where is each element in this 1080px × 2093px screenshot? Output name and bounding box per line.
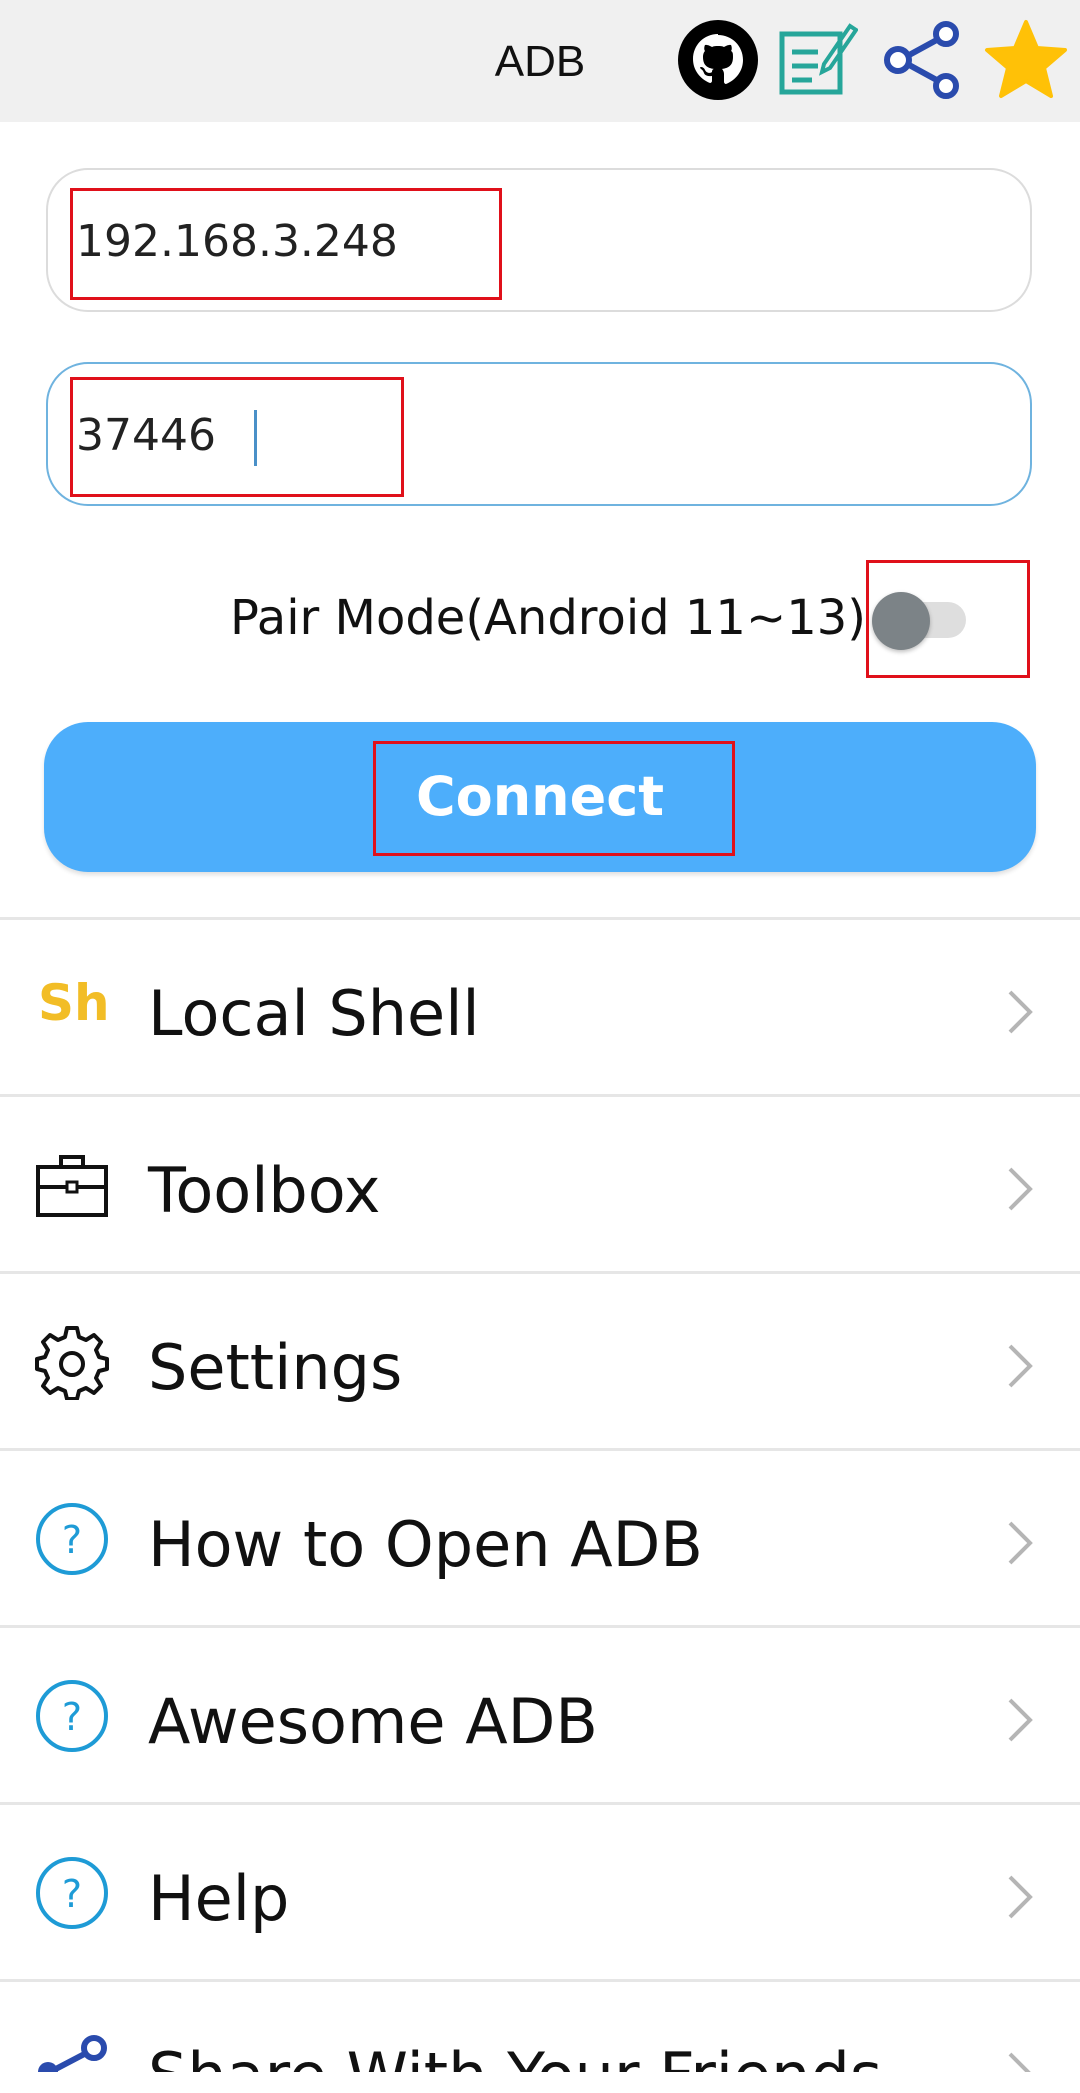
- svg-text:?: ?: [62, 1872, 82, 1916]
- menu-item-settings[interactable]: Settings: [0, 1274, 1080, 1451]
- port-input[interactable]: [76, 402, 976, 468]
- menu-item-share-with-friends[interactable]: Share With Your Friends: [0, 1982, 1080, 2072]
- toggle-thumb: [872, 592, 930, 650]
- menu-item-label: Help: [148, 1862, 290, 1935]
- app-bar: ADB: [0, 0, 1080, 122]
- app-title: ADB: [494, 37, 586, 86]
- ip-address-field[interactable]: [46, 168, 1032, 312]
- menu-item-label: Toolbox: [148, 1154, 381, 1227]
- svg-text:?: ?: [62, 1518, 82, 1562]
- ip-address-input[interactable]: [76, 208, 976, 274]
- star-icon[interactable]: [984, 18, 1068, 102]
- sh-text-icon: Sh: [38, 974, 110, 1032]
- chevron-right-icon: [1002, 1340, 1038, 1392]
- menu-item-label: Share With Your Friends: [148, 2036, 882, 2072]
- help-circle-icon: ?: [34, 1501, 110, 1577]
- svg-text:?: ?: [62, 1695, 82, 1739]
- menu-item-label: How to Open ADB: [148, 1508, 703, 1581]
- menu-item-toolbox[interactable]: Toolbox: [0, 1097, 1080, 1274]
- menu-item-label: Awesome ADB: [148, 1685, 598, 1758]
- menu-list: Sh Local Shell Toolbox Settings ? How to…: [0, 920, 1080, 2072]
- share-icon: [34, 2032, 110, 2072]
- chevron-right-icon: [1002, 1694, 1038, 1746]
- github-icon[interactable]: [676, 18, 760, 102]
- chevron-right-icon: [1002, 1871, 1038, 1923]
- gear-icon: [34, 1324, 110, 1400]
- menu-item-label: Settings: [148, 1331, 403, 1404]
- chevron-right-icon: [1002, 1517, 1038, 1569]
- chevron-right-icon: [1002, 986, 1038, 1038]
- help-circle-icon: ?: [34, 1855, 110, 1931]
- chevron-right-icon: [1002, 2048, 1038, 2072]
- pair-mode-toggle[interactable]: [872, 592, 972, 650]
- chevron-right-icon: [1002, 1163, 1038, 1215]
- menu-item-help[interactable]: ? Help: [0, 1805, 1080, 1982]
- menu-item-how-to-open-adb[interactable]: ? How to Open ADB: [0, 1451, 1080, 1628]
- share-icon[interactable]: [880, 18, 964, 102]
- port-field[interactable]: [46, 362, 1032, 506]
- menu-item-label: Local Shell: [148, 977, 480, 1050]
- help-circle-icon: ?: [34, 1678, 110, 1754]
- text-cursor: [254, 410, 257, 466]
- pair-mode-label: Pair Mode(Android 11~13): [230, 590, 866, 646]
- note-edit-icon[interactable]: [774, 18, 858, 102]
- toolbox-icon: [34, 1147, 110, 1223]
- connect-button[interactable]: Connect: [44, 722, 1036, 872]
- menu-item-local-shell[interactable]: Sh Local Shell: [0, 920, 1080, 1097]
- menu-item-awesome-adb[interactable]: ? Awesome ADB: [0, 1628, 1080, 1805]
